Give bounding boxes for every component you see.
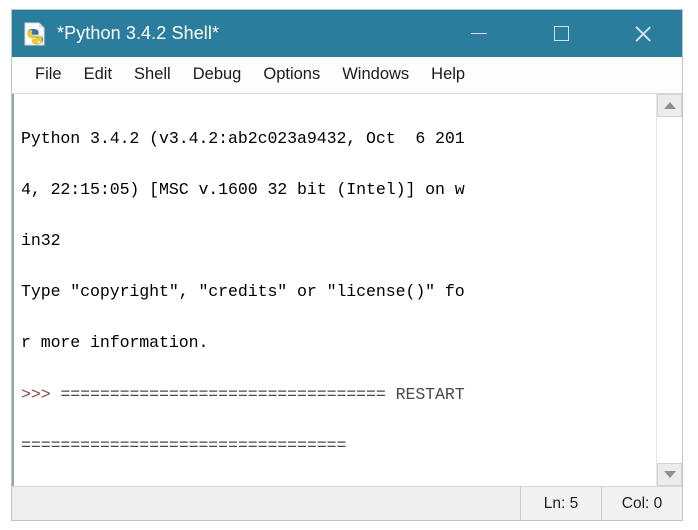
scrollbar-track[interactable] [657,117,682,463]
menu-item-options[interactable]: Options [252,65,331,84]
window-title: *Python 3.4.2 Shell* [57,23,220,43]
status-bar: Ln: 5 Col: 0 [12,486,682,520]
console-line-text: Type "copyright", "credits" or "license(… [21,282,465,302]
scroll-down-arrow-icon [663,471,676,478]
vertical-scrollbar[interactable] [656,94,682,486]
status-column-indicator: Col: 0 [601,487,682,520]
minimize-icon [471,33,487,34]
maximize-button[interactable] [532,10,590,57]
shell-text-area[interactable]: Python 3.4.2 (v3.4.2:ab2c023a9432, Oct 6… [12,94,656,486]
minimize-button[interactable] [450,10,508,57]
scroll-down-button[interactable] [657,463,682,486]
console-line-restart: >>> ================================= RE… [21,382,652,408]
menu-item-shell[interactable]: Shell [123,65,182,84]
restart-banner-wrap: ================================= [21,435,347,455]
menu-item-help[interactable]: Help [420,65,476,84]
close-button[interactable] [614,10,672,57]
python-shell-window: *Python 3.4.2 Shell* File Edit Shell Deb… [12,10,682,520]
menu-bar: File Edit Shell Debug Options Windows He… [12,57,682,93]
menu-item-windows[interactable]: Windows [331,65,420,84]
python-idle-icon [22,21,48,47]
scroll-up-arrow-icon [663,102,676,109]
console-line: Type "copyright", "credits" or "license(… [21,279,652,305]
status-line-indicator: Ln: 5 [520,487,601,520]
status-bar-spacer [12,487,520,520]
console-line-text: r more information. [21,333,209,353]
menu-item-edit[interactable]: Edit [73,65,123,84]
console-line: in32 [21,228,652,254]
restart-banner-text: ================================= RESTAR… [60,384,465,404]
scroll-up-button[interactable] [657,94,682,117]
title-bar[interactable]: *Python 3.4.2 Shell* [12,10,682,57]
console-line-text: in32 [21,230,61,250]
console-line-prompt: >>> [21,484,652,486]
console-line-text: 4, 22:15:05) [MSC v.1600 32 bit (Intel)]… [21,179,465,199]
console-line-restart-cont: ================================= [21,433,652,459]
maximize-icon [553,26,569,41]
console-line: r more information. [21,330,652,356]
menu-item-debug[interactable]: Debug [182,65,253,84]
console-line-text: Python 3.4.2 (v3.4.2:ab2c023a9432, Oct 6… [21,128,465,148]
console-output[interactable]: Python 3.4.2 (v3.4.2:ab2c023a9432, Oct 6… [14,94,656,486]
console-line: Python 3.4.2 (v3.4.2:ab2c023a9432, Oct 6… [21,126,652,152]
console-line: 4, 22:15:05) [MSC v.1600 32 bit (Intel)]… [21,177,652,203]
close-icon [633,24,653,44]
shell-body: Python 3.4.2 (v3.4.2:ab2c023a9432, Oct 6… [12,93,682,486]
menu-item-file[interactable]: File [24,65,73,84]
prompt-marker: >>> [21,384,61,404]
